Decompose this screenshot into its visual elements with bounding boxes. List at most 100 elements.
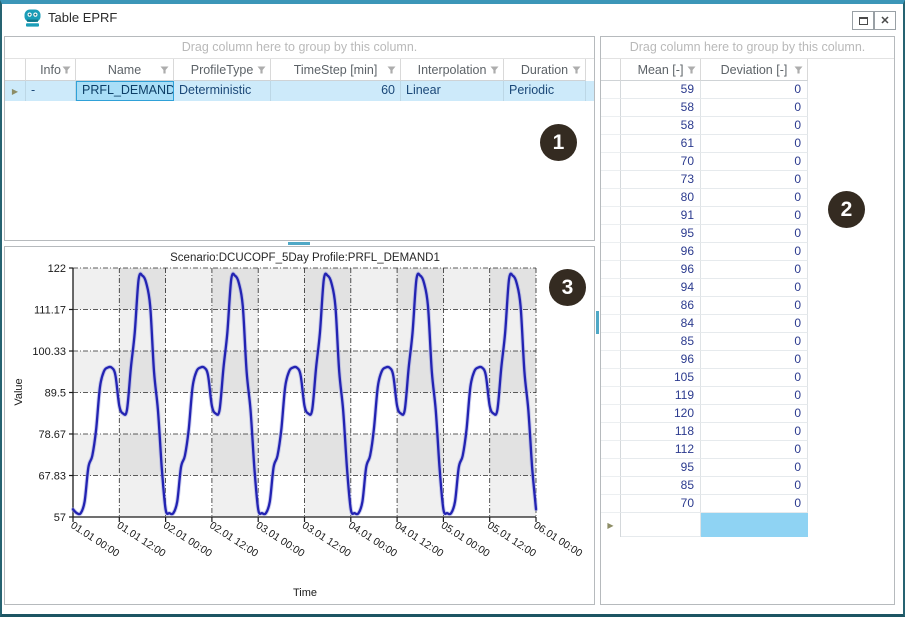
table-row[interactable]: 730 [601, 171, 894, 189]
cell-mean[interactable]: 86 [621, 297, 701, 315]
column-header-timestep[interactable]: TimeStep [min] [271, 59, 401, 81]
cell-mean[interactable]: 85 [621, 477, 701, 495]
cell-mean[interactable]: 59 [621, 81, 701, 99]
new-row[interactable]: ▶ [601, 513, 894, 537]
filter-icon[interactable] [490, 66, 499, 74]
cell-deviation[interactable]: 0 [701, 369, 808, 387]
table-row[interactable]: 580 [601, 117, 894, 135]
cell-deviation[interactable]: 0 [701, 333, 808, 351]
cell-mean[interactable]: 96 [621, 261, 701, 279]
cell-duration[interactable]: Periodic [504, 81, 586, 101]
cell-deviation[interactable]: 0 [701, 459, 808, 477]
table-row[interactable]: 1180 [601, 423, 894, 441]
column-header-info[interactable]: Info [26, 59, 76, 81]
cell-mean[interactable]: 112 [621, 441, 701, 459]
table-row[interactable]: 1200 [601, 405, 894, 423]
table-row[interactable]: 850 [601, 333, 894, 351]
table-row[interactable]: 700 [601, 495, 894, 513]
table-row[interactable]: 610 [601, 135, 894, 153]
cell-deviation[interactable]: 0 [701, 81, 808, 99]
cell-mean[interactable]: 85 [621, 333, 701, 351]
cell-deviation[interactable]: 0 [701, 423, 808, 441]
cell-mean[interactable]: 80 [621, 189, 701, 207]
column-header-deviation[interactable]: Deviation [-] [701, 59, 808, 81]
cell-info[interactable]: - [26, 81, 76, 101]
table-row[interactable]: 1120 [601, 441, 894, 459]
cell-mean[interactable]: 73 [621, 171, 701, 189]
cell-deviation[interactable]: 0 [701, 495, 808, 513]
cell-timestep[interactable]: 60 [271, 81, 401, 101]
close-button[interactable]: ✕ [874, 11, 896, 30]
group-by-band[interactable]: Drag column here to group by this column… [5, 37, 594, 59]
cell-mean[interactable]: 105 [621, 369, 701, 387]
new-row-deviation-cell-selected[interactable] [701, 513, 808, 537]
column-header-duration[interactable]: Duration [504, 59, 586, 81]
cell-mean[interactable]: 58 [621, 99, 701, 117]
filter-icon[interactable] [257, 66, 266, 74]
cell-mean[interactable]: 95 [621, 459, 701, 477]
cell-deviation[interactable]: 0 [701, 279, 808, 297]
table-row[interactable]: 850 [601, 477, 894, 495]
table-row[interactable]: 950 [601, 459, 894, 477]
column-header-interpolation[interactable]: Interpolation [401, 59, 504, 81]
table-row[interactable]: 940 [601, 279, 894, 297]
horizontal-splitter-handle[interactable] [288, 242, 310, 246]
cell-mean[interactable]: 119 [621, 387, 701, 405]
cell-deviation[interactable]: 0 [701, 243, 808, 261]
cell-mean[interactable]: 96 [621, 243, 701, 261]
cell-deviation[interactable]: 0 [701, 441, 808, 459]
table-row[interactable]: 960 [601, 261, 894, 279]
cell-deviation[interactable]: 0 [701, 135, 808, 153]
vertical-splitter-handle[interactable] [596, 311, 600, 334]
filter-icon[interactable] [160, 66, 169, 74]
cell-mean[interactable]: 61 [621, 135, 701, 153]
filter-icon[interactable] [794, 66, 803, 74]
cell-mean[interactable]: 84 [621, 315, 701, 333]
cell-deviation[interactable]: 0 [701, 225, 808, 243]
table-row[interactable]: 590 [601, 81, 894, 99]
cell-deviation[interactable]: 0 [701, 99, 808, 117]
column-header-mean[interactable]: Mean [-] [621, 59, 701, 81]
cell-mean[interactable]: 94 [621, 279, 701, 297]
table-row[interactable]: 950 [601, 225, 894, 243]
cell-deviation[interactable]: 0 [701, 351, 808, 369]
new-row-mean-cell[interactable] [621, 513, 701, 537]
cell-name-selected[interactable]: PRFL_DEMAND1 [76, 81, 174, 101]
cell-mean[interactable]: 120 [621, 405, 701, 423]
cell-deviation[interactable]: 0 [701, 315, 808, 333]
filter-icon[interactable] [62, 66, 71, 74]
cell-mean[interactable]: 95 [621, 225, 701, 243]
cell-deviation[interactable]: 0 [701, 117, 808, 135]
cell-deviation[interactable]: 0 [701, 477, 808, 495]
table-row[interactable]: 700 [601, 153, 894, 171]
maximize-button[interactable] [852, 11, 874, 30]
cell-mean[interactable]: 58 [621, 117, 701, 135]
filter-icon[interactable] [387, 66, 396, 74]
profile-row[interactable]: ▶ - PRFL_DEMAND1 Deterministic 60 Linear… [5, 81, 594, 101]
cell-deviation[interactable]: 0 [701, 297, 808, 315]
table-row[interactable]: 840 [601, 315, 894, 333]
cell-interpolation[interactable]: Linear [401, 81, 504, 101]
cell-deviation[interactable]: 0 [701, 189, 808, 207]
cell-profiletype[interactable]: Deterministic [174, 81, 271, 101]
cell-mean[interactable]: 91 [621, 207, 701, 225]
cell-mean[interactable]: 70 [621, 153, 701, 171]
table-row[interactable]: 580 [601, 99, 894, 117]
cell-deviation[interactable]: 0 [701, 153, 808, 171]
column-header-profiletype[interactable]: ProfileType [174, 59, 271, 81]
filter-icon[interactable] [687, 66, 696, 74]
cell-mean[interactable]: 118 [621, 423, 701, 441]
group-by-band[interactable]: Drag column here to group by this column… [601, 37, 894, 59]
cell-deviation[interactable]: 0 [701, 171, 808, 189]
cell-mean[interactable]: 70 [621, 495, 701, 513]
cell-mean[interactable]: 96 [621, 351, 701, 369]
table-row[interactable]: 960 [601, 243, 894, 261]
cell-deviation[interactable]: 0 [701, 261, 808, 279]
cell-deviation[interactable]: 0 [701, 387, 808, 405]
cell-deviation[interactable]: 0 [701, 405, 808, 423]
filter-icon[interactable] [572, 66, 581, 74]
table-row[interactable]: 960 [601, 351, 894, 369]
cell-deviation[interactable]: 0 [701, 207, 808, 225]
column-header-name[interactable]: Name [76, 59, 174, 81]
table-row[interactable]: 860 [601, 297, 894, 315]
